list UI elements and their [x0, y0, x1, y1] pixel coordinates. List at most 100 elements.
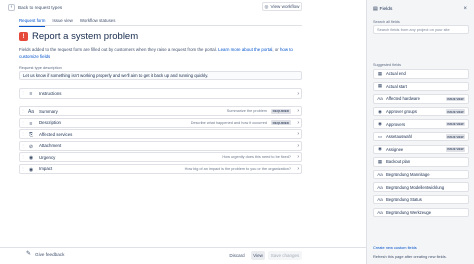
chevron-right-icon[interactable]: › — [297, 166, 299, 172]
issue-view-badge: ISSUE VIEW — [445, 109, 465, 114]
feedback-label: Give feedback — [35, 252, 65, 257]
chevron-right-icon[interactable]: › — [297, 91, 299, 97]
drag-handle-icon[interactable]: ⋮ — [21, 91, 25, 97]
select-icon: ◉ — [28, 155, 34, 162]
form-field-instructions[interactable]: ⋮ ≡ Instructions › — [19, 88, 302, 99]
suggested-fields-label: Suggested fields — [373, 63, 402, 67]
date-icon: ▦ — [377, 83, 383, 89]
suggested-field-begruendung-status[interactable]: Aa Begründung Status — [373, 194, 469, 205]
field-name: Affected services — [39, 131, 73, 137]
drag-handle-icon[interactable]: ⋮ — [21, 120, 25, 127]
view-button[interactable]: View — [251, 251, 265, 260]
form-field-affected-services[interactable]: ⋮ ⎘ Affected services › — [19, 129, 302, 140]
form-field-urgency[interactable]: ⋮ ◉ Urgency How urgently does this need … — [19, 152, 302, 163]
request-form-editor: ‹ Back to request types ◎ View workflow … — [0, 0, 366, 264]
field-name: Attachment — [39, 143, 62, 149]
drag-handle-icon[interactable]: ⋮ — [21, 132, 25, 138]
view-workflow-label: View workflow — [270, 4, 300, 9]
suggested-field-assetauswahl[interactable]: ▭ Assetauswahl ISSUE VIEW — [373, 131, 469, 142]
field-name: Impact — [39, 166, 53, 172]
field-name: Instructions — [39, 91, 62, 96]
drag-handle-icon[interactable]: ⋮ — [21, 155, 25, 161]
footer-divider — [0, 247, 366, 248]
drag-handle-icon[interactable]: ⋮ — [21, 166, 25, 173]
suggested-field-name: Begründung Status — [386, 197, 422, 203]
back-label: Back to request types — [18, 4, 63, 10]
suggested-field-name: Backout plan — [386, 159, 411, 165]
fields-icon: ▤ — [373, 7, 378, 12]
suggested-field-actual-end[interactable]: ▦ Actual end — [373, 69, 469, 79]
discard-button[interactable]: Discard — [224, 251, 250, 260]
suggested-field-name: Actual start — [386, 83, 407, 89]
field-name: Summary — [39, 108, 58, 114]
user-icon: ◉ — [378, 121, 382, 127]
date-icon: ▦ — [377, 70, 383, 76]
title-row: ! Report a system problem — [19, 31, 138, 42]
drag-handle-icon[interactable]: ⋮ — [21, 143, 25, 150]
field-name: Urgency — [39, 154, 56, 160]
suggested-field-name: Assetauswahl — [386, 134, 412, 140]
arrow-left-icon: ‹ — [8, 3, 15, 11]
suggested-field-name: Approvers — [386, 121, 406, 127]
form-field-attachment[interactable]: ⋮ ⊘ Attachment › — [19, 140, 302, 151]
drag-handle-icon[interactable]: ⋮ — [21, 109, 25, 115]
suggested-field-begruendung-werkzeuge[interactable]: Aa Begründung Werkzeuge — [373, 207, 469, 218]
refresh-note: Refresh this page after creating new fie… — [373, 254, 447, 259]
give-feedback-button[interactable]: ✎ Give feedback — [26, 251, 64, 258]
suggested-field-assignee[interactable]: ◉ Assignee ISSUE VIEW — [373, 144, 469, 155]
all-fields-label: Search all fields — [373, 20, 400, 24]
issue-view-badge: ISSUE VIEW — [445, 96, 465, 102]
description-text: Fields added to the request form are fil… — [19, 47, 217, 52]
suggested-field-begruendung-modellentwicklung[interactable]: Aa Begründung Modellentwicklung — [373, 182, 469, 192]
paragraph-icon: ≡ — [29, 120, 33, 127]
suggested-field-name: Affected hardware — [386, 96, 420, 102]
fields-panel-title: Fields — [379, 7, 393, 12]
required-badge: REQUIRED — [270, 120, 291, 126]
request-type-description-label: Request type description — [19, 65, 62, 70]
services-icon: ⎘ — [28, 132, 33, 139]
tab-divider — [19, 25, 302, 26]
save-changes-button[interactable]: Save changes — [268, 251, 302, 260]
short-text-icon: Aa — [377, 209, 383, 215]
request-type-icon[interactable]: ! — [19, 32, 28, 41]
megaphone-icon: ✎ — [26, 251, 32, 257]
chevron-right-icon[interactable]: › — [297, 131, 299, 137]
fields-panel: ▤ Fields × Search all fields Search fiel… — [366, 0, 474, 264]
suggested-field-name: Begründung Werkzeuge — [386, 209, 432, 215]
suggested-field-begruendung-mannitage[interactable]: Aa Begründung Mannitage — [373, 169, 469, 180]
chevron-right-icon[interactable]: › — [297, 143, 299, 149]
attachment-icon: ⊘ — [28, 143, 34, 150]
form-description: Fields added to the request form are fil… — [19, 46, 302, 60]
close-icon[interactable]: × — [463, 6, 467, 12]
group-icon: ◉ — [378, 108, 382, 114]
fields-search-input[interactable]: Search fields from any project on your s… — [373, 25, 469, 34]
chevron-right-icon[interactable]: › — [297, 120, 299, 126]
field-name: Description — [39, 120, 61, 126]
eye-icon: ◎ — [264, 3, 269, 9]
form-field-summary[interactable]: ⋮ Aa Summary Summarize the problem REQUI… — [19, 106, 302, 116]
suggested-field-approver-groups[interactable]: ◉ Approver groups ISSUE VIEW — [373, 106, 469, 117]
suggested-field-name: Begründung Mannitage — [386, 172, 430, 177]
chevron-right-icon[interactable]: › — [297, 108, 299, 114]
form-field-impact[interactable]: ⋮ ◉ Impact How big of an impact is the p… — [19, 163, 302, 174]
issue-view-badge: ISSUE VIEW — [445, 121, 465, 127]
form-field-description[interactable]: ⋮ ≡ Description Describe what happened a… — [19, 117, 302, 128]
request-type-description-field[interactable]: Let us know if something isn't working p… — [19, 71, 302, 80]
select-icon: ◉ — [28, 166, 34, 173]
create-custom-fields-link[interactable]: Create new custom fields — [373, 245, 417, 250]
suggested-field-affected-hardware[interactable]: Aa Affected hardware ISSUE VIEW — [373, 94, 469, 104]
suggested-field-name: Begründung Modellentwicklung — [386, 184, 445, 190]
field-hint: Summarize the problem — [226, 109, 267, 113]
field-hint: How big of an impact is the problem to y… — [184, 166, 291, 171]
suggested-field-approvers[interactable]: ◉ Approvers ISSUE VIEW — [373, 119, 469, 129]
field-hint: Describe what happened and how it occurr… — [190, 120, 267, 125]
fields-panel-header: ▤ Fields — [373, 7, 392, 12]
view-workflow-button[interactable]: ◎ View workflow — [262, 2, 302, 11]
chevron-right-icon[interactable]: › — [297, 154, 299, 160]
suggested-field-actual-start[interactable]: ▦ Actual start — [373, 81, 469, 92]
asset-icon: ▭ — [377, 133, 383, 139]
portal-link[interactable]: Learn more about the portal — [218, 47, 272, 52]
page-title[interactable]: Report a system problem — [32, 31, 138, 42]
back-link[interactable]: ‹ Back to request types — [8, 3, 62, 11]
suggested-field-backout-plan[interactable]: ▦ Backout plan — [373, 157, 469, 167]
